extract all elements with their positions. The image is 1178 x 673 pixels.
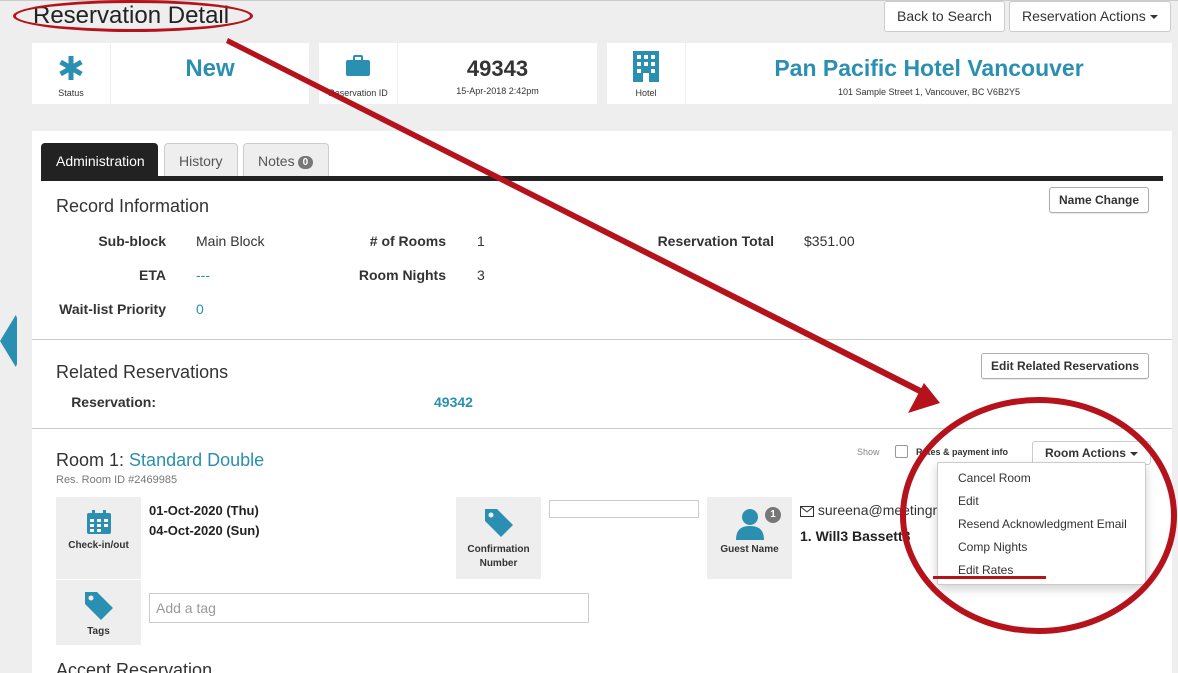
annotation-arrow xyxy=(226,38,940,413)
annotation-arrow-shaft xyxy=(226,38,931,399)
